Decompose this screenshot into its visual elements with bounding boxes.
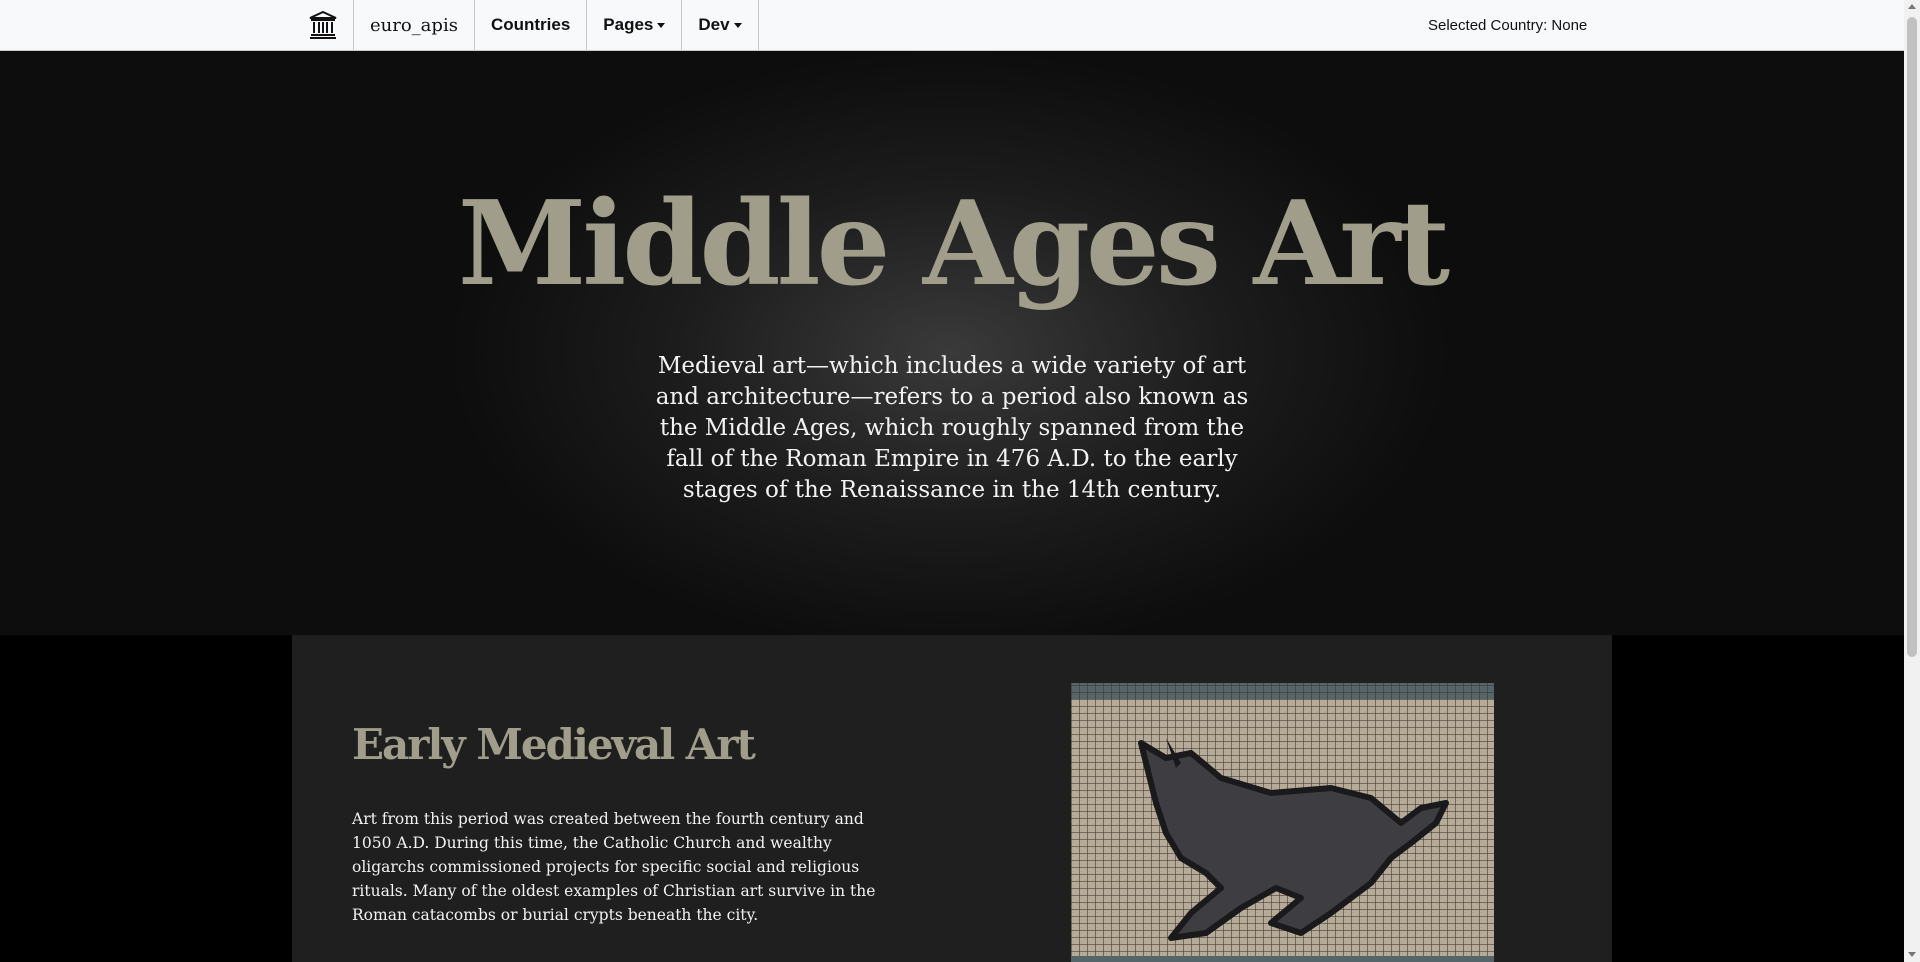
nav-dev-dropdown[interactable]: Dev bbox=[682, 0, 759, 50]
early-medieval-section: Early Medieval Art Art from this period … bbox=[292, 635, 1612, 962]
section-title: Early Medieval Art bbox=[352, 720, 756, 769]
nav-dev-label: Dev bbox=[698, 15, 730, 34]
nav-pages-label: Pages bbox=[603, 15, 654, 34]
nav-inner: euro_apis Countries Pages Dev bbox=[292, 0, 759, 50]
hero-banner: Middle Ages Art Medieval art—which inclu… bbox=[0, 51, 1904, 635]
caret-down-icon bbox=[657, 22, 666, 28]
scroll-down-icon[interactable] bbox=[1908, 952, 1916, 957]
nav-countries-label: Countries bbox=[490, 15, 571, 34]
mosaic-animal-figure bbox=[1071, 738, 1494, 962]
section-text: Art from this period was created between… bbox=[352, 810, 876, 924]
nav-pages-dropdown[interactable]: Pages bbox=[587, 0, 683, 50]
museum-icon[interactable] bbox=[292, 0, 354, 50]
brand-link[interactable]: euro_apis bbox=[354, 0, 475, 50]
selected-country-status: Selected Country: None bbox=[1428, 16, 1588, 34]
mosaic-image bbox=[1071, 683, 1494, 962]
nav-countries[interactable]: Countries bbox=[475, 0, 588, 50]
hero-description: Medieval art—which includes a wide varie… bbox=[655, 353, 1249, 503]
scroll-up-icon[interactable] bbox=[1908, 4, 1916, 9]
navbar: euro_apis Countries Pages Dev Selected C… bbox=[0, 0, 1904, 51]
hero-title: Middle Ages Art bbox=[457, 176, 1450, 312]
caret-down-icon bbox=[733, 22, 742, 28]
scrollbar-thumb[interactable] bbox=[1907, 17, 1917, 657]
